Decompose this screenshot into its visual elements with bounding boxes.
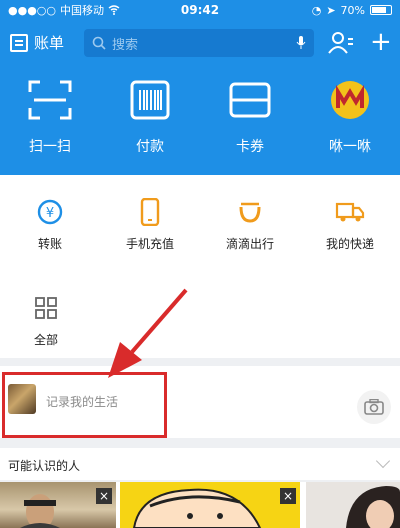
coupons-label: 卡券 (236, 139, 264, 155)
shake-button[interactable]: 咻一咻 (300, 78, 400, 168)
service-didi[interactable]: 滴滴出行 (200, 197, 300, 252)
scan-icon (28, 80, 72, 120)
service-delivery[interactable]: 我的快递 (300, 197, 400, 252)
person-card[interactable] (306, 482, 400, 528)
battery-icon (370, 5, 392, 15)
people-title: 可能认识的人 (8, 459, 81, 473)
coupons-button[interactable]: 卡券 (200, 78, 300, 168)
microphone-icon[interactable] (296, 36, 306, 50)
people-cards: × × (0, 482, 400, 528)
add-icon[interactable]: + (370, 28, 392, 56)
quick-actions: 扫一扫 付款 卡券 咻一咻 (0, 78, 400, 168)
person-photo (346, 486, 400, 528)
signal-icon: ●●●○○ (8, 3, 56, 17)
top-bar: 账单 搜索 + (0, 28, 400, 58)
status-bar: ●●●○○ 中国移动 09:42 ◔ ➤ 70% (0, 0, 400, 20)
truck-icon (335, 202, 365, 222)
person-card[interactable]: × (0, 482, 116, 528)
barcode-icon (130, 80, 170, 120)
battery-percent: 70% (340, 3, 365, 17)
person-photo (132, 488, 262, 528)
service-label: 我的快递 (325, 237, 374, 251)
service-label: 全部 (33, 333, 58, 347)
chevron-down-icon[interactable] (375, 453, 391, 469)
search-input[interactable]: 搜索 (112, 34, 138, 53)
app-header: 账单 搜索 + 扫一扫 付款 卡券 咻一咻 (0, 20, 400, 175)
service-label: 滴滴出行 (225, 237, 274, 251)
services-grid: ¥ 转账 手机充值 滴滴出行 我的快递 全部 (0, 175, 400, 358)
scan-label: 扫一扫 (29, 139, 71, 155)
bill-button[interactable]: 账单 (10, 32, 64, 53)
person-card[interactable]: × (120, 482, 300, 528)
location-icon: ➤ (326, 3, 336, 17)
shake-label: 咻一咻 (329, 139, 371, 155)
life-post-input[interactable]: 记录我的生活 (46, 393, 118, 410)
bill-icon (10, 33, 28, 52)
grid-icon (35, 297, 57, 319)
pay-label: 付款 (136, 139, 164, 155)
alarm-icon: ◔ (311, 3, 322, 17)
shake-logo-icon (331, 81, 369, 119)
carrier-label: 中国移动 (60, 4, 104, 17)
service-label: 手机充值 (125, 237, 174, 251)
svg-text:¥: ¥ (46, 206, 54, 221)
people-section-header: 可能认识的人 (0, 448, 400, 480)
camera-icon (364, 399, 384, 415)
close-icon[interactable]: × (280, 488, 296, 504)
search-bar[interactable]: 搜索 (84, 29, 314, 57)
status-time: 09:42 (180, 3, 220, 17)
service-phone-recharge[interactable]: 手机充值 (100, 197, 200, 252)
service-label: 转账 (37, 237, 62, 251)
service-all[interactable]: 全部 (0, 293, 96, 348)
phone-icon (140, 198, 160, 226)
camera-button[interactable] (357, 390, 391, 424)
service-transfer[interactable]: ¥ 转账 (0, 197, 100, 252)
card-icon (229, 82, 271, 118)
scan-button[interactable]: 扫一扫 (0, 78, 100, 168)
avatar[interactable] (8, 384, 36, 414)
close-icon[interactable]: × (96, 488, 112, 504)
wifi-icon (108, 5, 120, 15)
bill-label: 账单 (34, 34, 65, 52)
contacts-icon[interactable] (328, 31, 354, 55)
life-post-row[interactable]: 记录我的生活 (0, 366, 400, 438)
transfer-icon: ¥ (37, 199, 63, 225)
didi-icon (239, 202, 261, 223)
search-icon (92, 36, 106, 50)
pay-button[interactable]: 付款 (100, 78, 200, 168)
